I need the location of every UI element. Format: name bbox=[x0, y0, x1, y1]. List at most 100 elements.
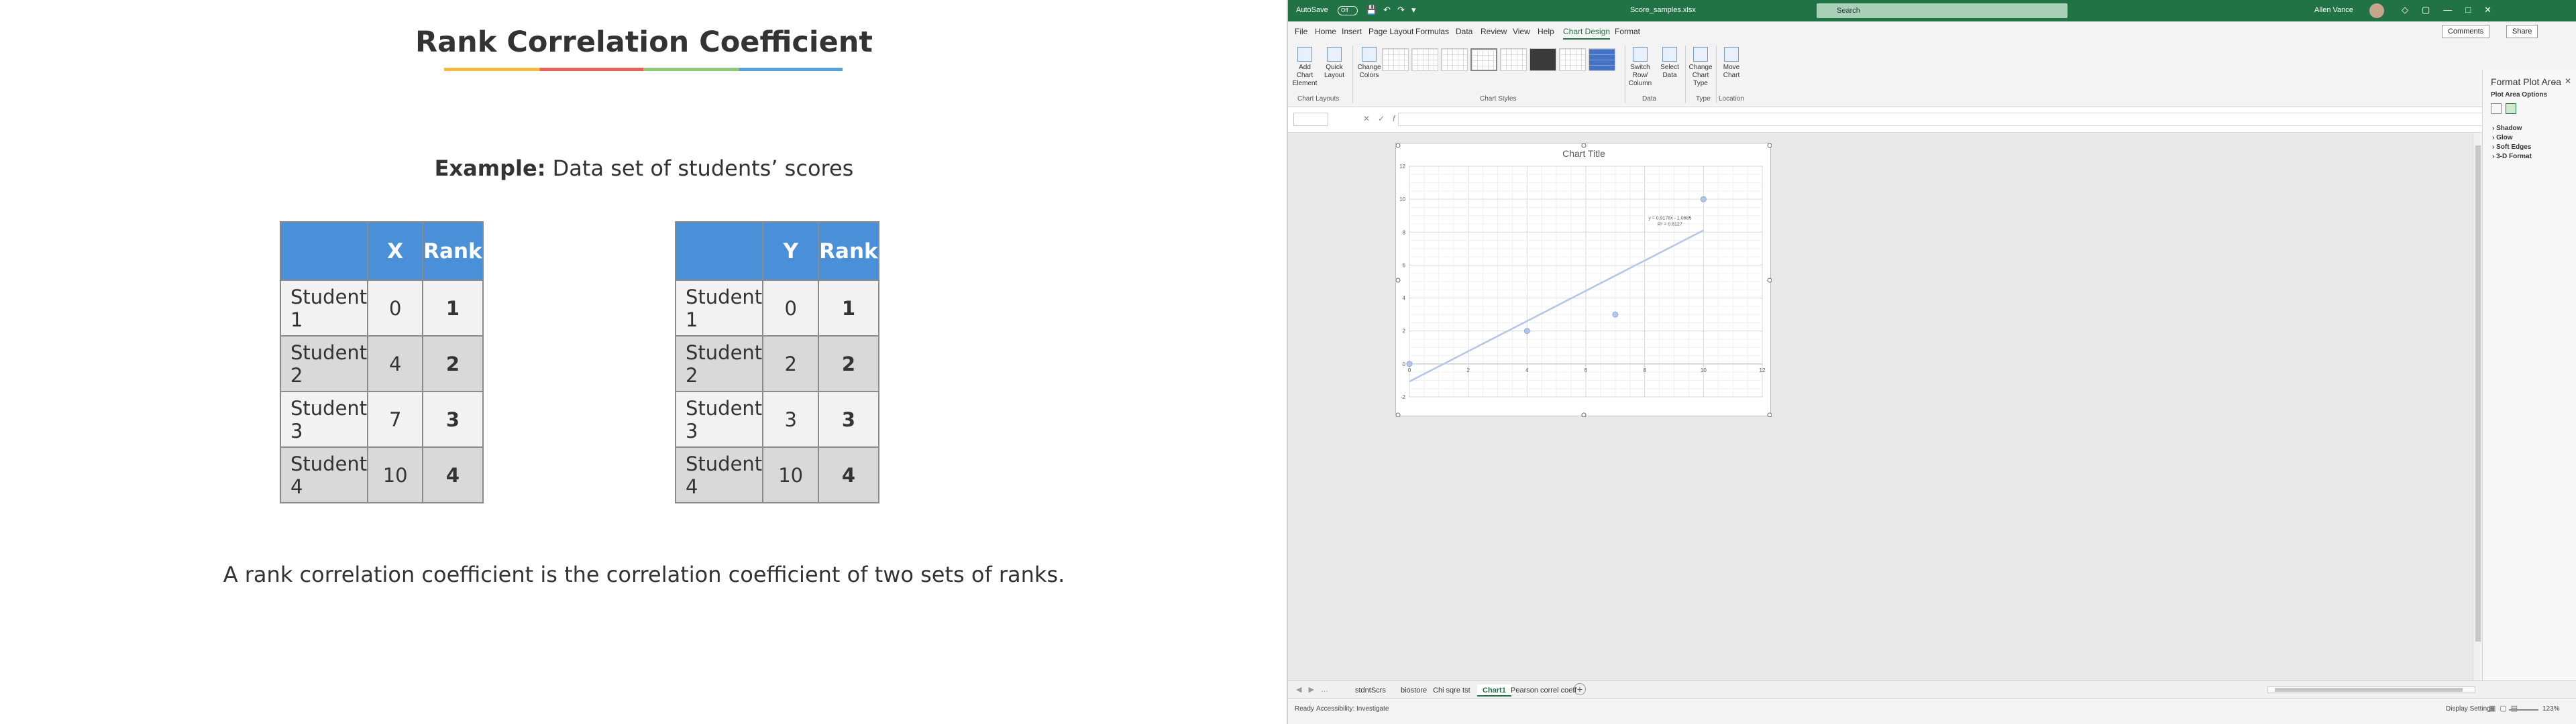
user-name[interactable]: Allen Vance bbox=[2314, 6, 2353, 14]
menu-format[interactable]: Format bbox=[1615, 27, 1640, 36]
close-icon[interactable]: ✕ bbox=[2565, 76, 2571, 86]
chart-object[interactable]: 0 2 4 6 8 10 12 -2 0 2 4 6 8 10 12 Chart Title y = 0.917… bbox=[1395, 143, 1772, 417]
table-cell: Student 4 bbox=[674, 446, 764, 503]
table-header-cell: Y bbox=[762, 221, 820, 281]
formula-input[interactable] bbox=[1398, 113, 2572, 126]
chart-style-thumb[interactable] bbox=[1382, 48, 1409, 71]
chart-style-thumb[interactable] bbox=[1589, 48, 1615, 71]
table-cell: 3 bbox=[422, 391, 484, 448]
effects-icon[interactable] bbox=[2506, 103, 2516, 114]
scatter-chart[interactable]: 0 2 4 6 8 10 12 -2 0 2 4 6 8 10 12 Chart Title y = 0.917… bbox=[1396, 143, 1772, 417]
change-chart-type-button[interactable]: Change Chart Type bbox=[1686, 47, 1715, 88]
menu-chart-design[interactable]: Chart Design bbox=[1563, 27, 1611, 40]
table-cell: Student 1 bbox=[674, 280, 764, 337]
menu-file[interactable]: File bbox=[1295, 27, 1307, 36]
resize-handle bbox=[1396, 143, 1401, 148]
zoom-level[interactable]: 123% bbox=[2542, 705, 2560, 713]
quick-layout-label: Quick Layout bbox=[1324, 64, 1345, 79]
file-name[interactable]: Score_samples.xlsx bbox=[1630, 6, 1696, 14]
comments-button[interactable]: Comments bbox=[2442, 25, 2490, 38]
scrollbar-thumb[interactable] bbox=[2275, 688, 2463, 692]
table-header-cell: Rank bbox=[818, 221, 879, 281]
table-cell: 4 bbox=[422, 446, 484, 503]
chart-type-icon bbox=[1693, 47, 1708, 62]
menu-view[interactable]: View bbox=[1513, 27, 1530, 36]
sheet-tab[interactable]: stdntScrs bbox=[1350, 684, 1391, 697]
quick-access-icons[interactable]: 💾↶↷▾ bbox=[1366, 5, 1423, 15]
window-controls[interactable]: ◇▢—□✕ bbox=[2402, 5, 2505, 15]
menu-data[interactable]: Data bbox=[1456, 27, 1472, 36]
x-tick-label: 2 bbox=[1466, 367, 1470, 373]
menu-insert[interactable]: Insert bbox=[1342, 27, 1362, 36]
view-buttons[interactable]: ▦▢▤ bbox=[2489, 704, 2522, 713]
add-chart-element-icon bbox=[1297, 47, 1312, 62]
chart-style-thumb[interactable] bbox=[1441, 48, 1468, 71]
pane-item-shadow[interactable]: › Shadow bbox=[2492, 125, 2522, 132]
fill-line-icon[interactable] bbox=[2491, 103, 2502, 114]
chart-style-thumb[interactable] bbox=[1529, 48, 1556, 71]
quick-layout-button[interactable]: Quick Layout bbox=[1320, 47, 1348, 80]
zoom-slider[interactable] bbox=[2509, 709, 2538, 711]
pane-item-label: Shadow bbox=[2496, 125, 2522, 132]
plot-area-options[interactable]: Plot Area Options bbox=[2491, 91, 2547, 99]
vertical-scrollbar[interactable] bbox=[2473, 133, 2482, 680]
y-tick-label: 6 bbox=[1403, 262, 1406, 268]
table-cell: 2 bbox=[818, 335, 879, 392]
chevron-down-icon[interactable]: ⌄ bbox=[2551, 76, 2558, 86]
chart-style-thumb-selected[interactable] bbox=[1470, 48, 1497, 71]
menu-home[interactable]: Home bbox=[1315, 27, 1336, 36]
table-cell: 1 bbox=[818, 280, 879, 337]
avatar[interactable] bbox=[2369, 3, 2384, 18]
presentation-slide: Rank Correlation Coefficient Example: Da… bbox=[0, 0, 1288, 724]
menu-help[interactable]: Help bbox=[1538, 27, 1554, 36]
display-settings[interactable]: Display Settings bbox=[2446, 705, 2494, 713]
menu-bar: File Home Insert Page Layout Formulas Da… bbox=[1288, 21, 2576, 42]
example-line: Example: Data set of students’ scores bbox=[0, 156, 1288, 181]
select-data-button[interactable]: Select Data bbox=[1656, 47, 1684, 80]
autosave-toggle[interactable]: Off bbox=[1338, 6, 1358, 15]
pane-item-3d-format[interactable]: › 3-D Format bbox=[2492, 153, 2532, 160]
sheet-nav-arrows[interactable]: ◀▶… bbox=[1296, 685, 1335, 694]
chart-style-thumb[interactable] bbox=[1500, 48, 1527, 71]
chart-style-thumb[interactable] bbox=[1559, 48, 1586, 71]
group-location: Location bbox=[1719, 95, 1744, 103]
x-tick-label: 6 bbox=[1585, 367, 1588, 373]
name-box[interactable] bbox=[1293, 113, 1328, 126]
pane-item-label: Glow bbox=[2496, 134, 2513, 141]
y-tick-label: 4 bbox=[1403, 296, 1406, 302]
accessibility-status[interactable]: Accessibility: Investigate bbox=[1316, 705, 1389, 713]
sheet-tab[interactable]: biostore bbox=[1395, 684, 1432, 697]
sheet-tab[interactable]: Chi sqre tst bbox=[1428, 684, 1476, 697]
format-pane: Format Plot Area ⌄ ✕ Plot Area Options ›… bbox=[2482, 70, 2576, 680]
chart-style-thumb[interactable] bbox=[1411, 48, 1438, 71]
menu-page-layout[interactable]: Page Layout bbox=[1368, 27, 1413, 36]
quick-layout-icon bbox=[1327, 47, 1342, 62]
horizontal-scrollbar[interactable] bbox=[2267, 686, 2475, 693]
table-cell: Student 3 bbox=[279, 391, 369, 448]
scrollbar-thumb[interactable] bbox=[2475, 145, 2481, 642]
table-x-scores: X Rank Student 1 0 1 Student 2 4 2 Stude… bbox=[279, 221, 484, 503]
table-cell: 4 bbox=[818, 446, 879, 503]
add-sheet-icon[interactable]: + bbox=[1574, 683, 1586, 695]
move-chart-button[interactable]: Move Chart bbox=[1717, 47, 1746, 80]
table-y-scores: Y Rank Student 1 0 1 Student 2 2 2 Stude… bbox=[674, 221, 879, 503]
resize-handle bbox=[1396, 412, 1401, 417]
pane-item-glow[interactable]: › Glow bbox=[2492, 134, 2513, 141]
menu-formulas[interactable]: Formulas bbox=[1415, 27, 1449, 36]
x-tick-label: 10 bbox=[1701, 367, 1707, 373]
table-header-row: Y Rank bbox=[674, 221, 879, 281]
search-input[interactable]: Search bbox=[1817, 3, 2068, 18]
change-colors-button[interactable]: Change Colors bbox=[1355, 47, 1383, 80]
palette-icon bbox=[1362, 47, 1377, 62]
x-tick-label: 4 bbox=[1525, 367, 1529, 373]
share-button[interactable]: Share bbox=[2506, 25, 2538, 38]
x-tick-label: 0 bbox=[1408, 367, 1411, 373]
table-header-cell: Rank bbox=[422, 221, 484, 281]
switch-row-column-button[interactable]: Switch Row/ Column bbox=[1626, 47, 1654, 88]
add-chart-element-button[interactable]: Add Chart Element bbox=[1291, 47, 1319, 88]
menu-review[interactable]: Review bbox=[1481, 27, 1507, 36]
table-cell: 1 bbox=[422, 280, 484, 337]
sheet-tab[interactable]: Pearson correl coeff bbox=[1505, 684, 1582, 697]
pane-item-soft-edges[interactable]: › Soft Edges bbox=[2492, 143, 2531, 151]
y-tick-label: 12 bbox=[1399, 164, 1405, 170]
